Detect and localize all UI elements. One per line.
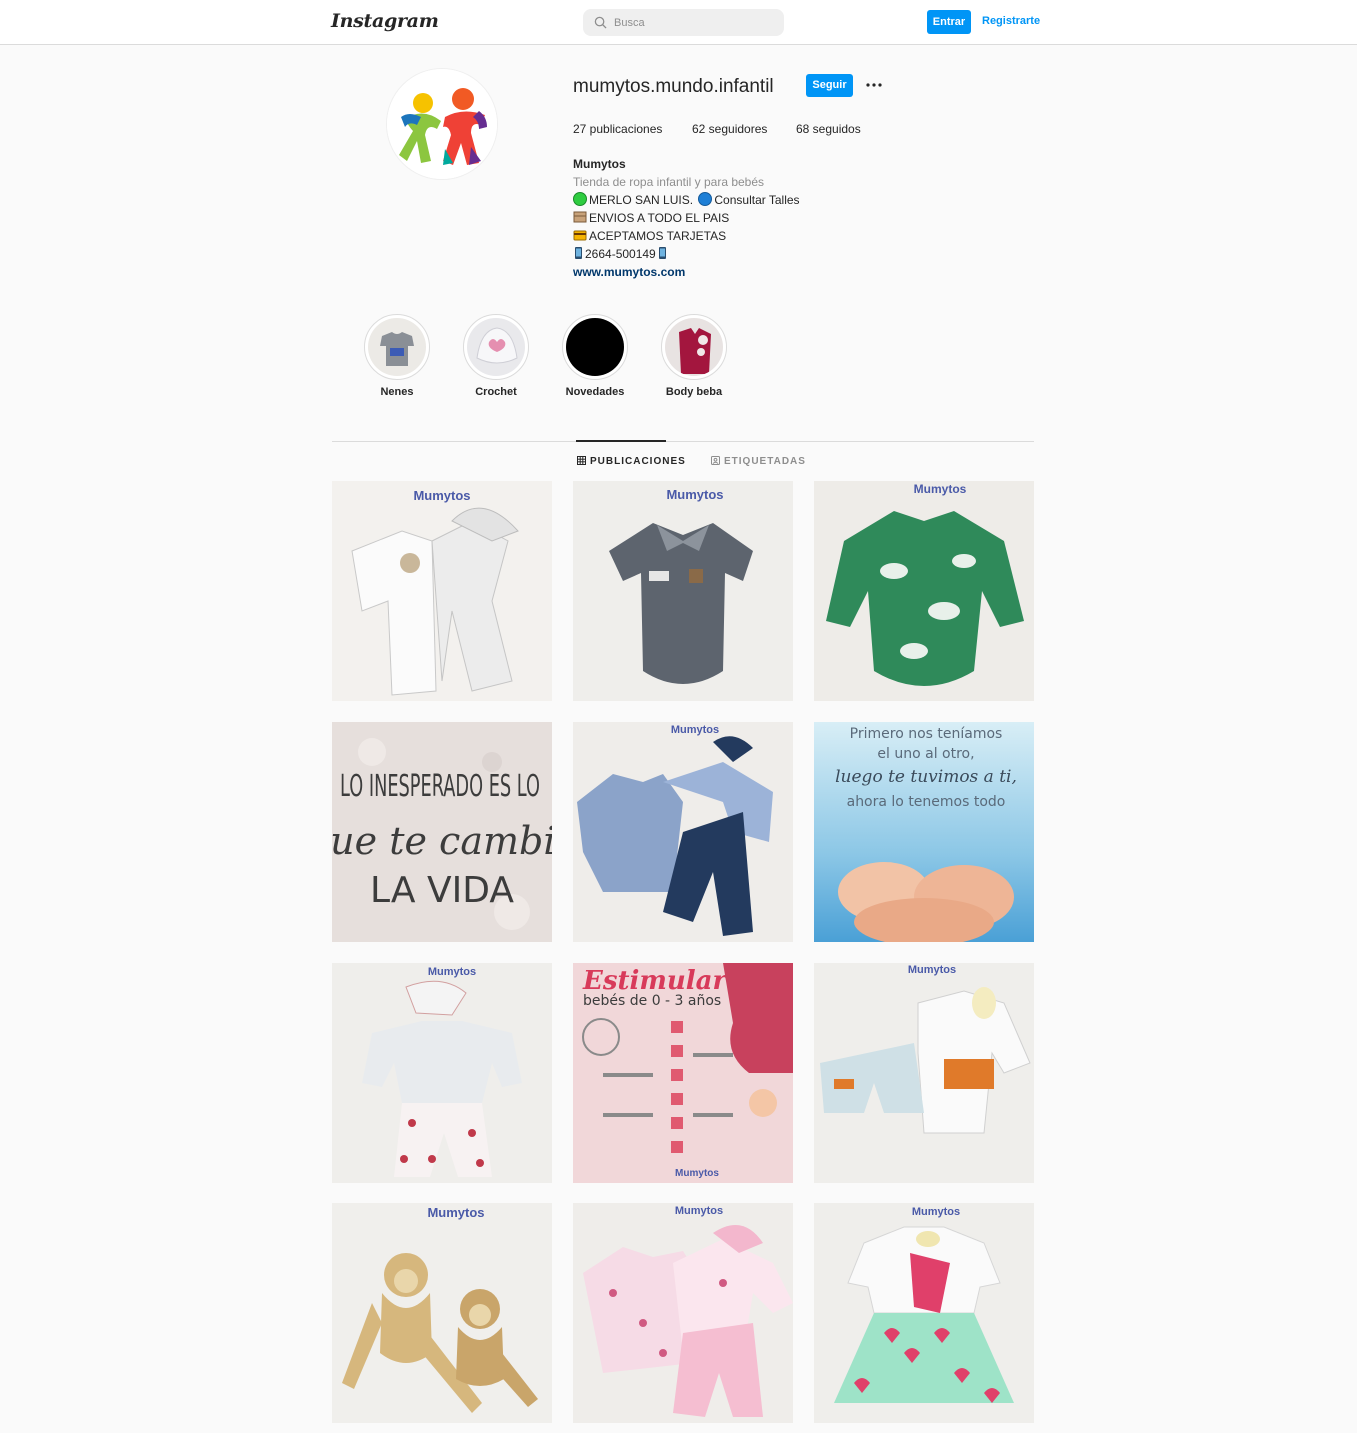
post-tile[interactable]: Mumytos bbox=[814, 481, 1034, 701]
mobile-phone-icon bbox=[658, 247, 666, 259]
green-circle-icon bbox=[573, 192, 587, 206]
package-icon bbox=[573, 211, 587, 223]
post-tile[interactable]: Mumytos bbox=[814, 1203, 1034, 1423]
tab-label: ETIQUETADAS bbox=[724, 456, 806, 467]
post-tile[interactable]: LO INESPERADO ES LO que te cambia LA VID… bbox=[332, 722, 552, 942]
post-brand-text: Mumytos bbox=[675, 1168, 719, 1179]
blue-circle-icon bbox=[698, 192, 713, 206]
post-quote-line: LO INESPERADO ES LO bbox=[340, 769, 540, 804]
bio-line-location: MERLO SAN LUIS. Consultar Talles bbox=[573, 191, 973, 209]
highlight-label: Body beba bbox=[665, 386, 723, 398]
search-input[interactable] bbox=[614, 13, 774, 32]
post-tile[interactable]: Mumytos bbox=[332, 1203, 552, 1423]
mobile-phone-icon bbox=[575, 247, 582, 259]
tabs-divider bbox=[332, 441, 1034, 442]
more-options-icon[interactable] bbox=[865, 78, 883, 92]
post-quote-line: luego te tuvimos a ti, bbox=[835, 767, 1017, 787]
tab-label: PUBLICACIONES bbox=[590, 456, 686, 467]
post-brand-text: Mumytos bbox=[428, 966, 476, 978]
profile-username: mumytos.mundo.infantil bbox=[573, 76, 774, 97]
search-box[interactable] bbox=[583, 9, 784, 36]
highlight-body-beba[interactable]: Body beba bbox=[654, 314, 734, 398]
post-tile[interactable]: Mumytos bbox=[332, 963, 552, 1183]
highlight-novedades[interactable]: Novedades bbox=[555, 314, 635, 398]
post-tile[interactable]: Mumytos bbox=[573, 481, 793, 701]
post-tile[interactable]: Estimular bebés de 0 - 3 años Mumytos bbox=[573, 963, 793, 1183]
highlight-thumbnail bbox=[368, 318, 426, 376]
post-quote-line: LA VIDA bbox=[370, 870, 514, 911]
post-brand-text: Mumytos bbox=[413, 488, 470, 503]
highlight-label: Novedades bbox=[565, 386, 625, 398]
grid-icon bbox=[577, 456, 586, 465]
post-quote-line: Primero nos teníamos bbox=[850, 726, 1003, 742]
post-tile[interactable]: Mumytos bbox=[332, 481, 552, 701]
highlight-thumbnail bbox=[566, 318, 624, 376]
highlight-thumbnail bbox=[467, 318, 525, 376]
post-infographic-subtitle: bebés de 0 - 3 años bbox=[583, 993, 721, 1009]
post-tile[interactable]: Mumytos bbox=[573, 1203, 793, 1423]
highlight-thumbnail bbox=[665, 318, 723, 376]
bio-line-cards: ACEPTAMOS TARJETAS bbox=[573, 227, 973, 245]
post-infographic-title: Estimular bbox=[582, 966, 728, 996]
post-brand-text: Mumytos bbox=[912, 1206, 960, 1218]
post-brand-text: Mumytos bbox=[666, 487, 723, 502]
highlight-nenes[interactable]: Nenes bbox=[357, 314, 437, 398]
active-tab-indicator bbox=[576, 440, 666, 442]
highlight-crochet[interactable]: Crochet bbox=[456, 314, 536, 398]
post-brand-text: Mumytos bbox=[914, 482, 967, 496]
profile-bio: Mumytos Tienda de ropa infantil y para b… bbox=[573, 155, 973, 281]
post-brand-text: Mumytos bbox=[427, 1205, 484, 1220]
post-quote-line: ahora lo tenemos todo bbox=[847, 794, 1006, 810]
bio-name: Mumytos bbox=[573, 157, 626, 171]
bio-location: MERLO SAN LUIS. bbox=[589, 193, 694, 207]
bio-line-phone: 2664-500149 bbox=[573, 245, 973, 263]
bio-website-link[interactable]: www.mumytos.com bbox=[573, 263, 973, 281]
following-count[interactable]: 68 seguidos bbox=[796, 122, 861, 136]
tab-etiquetadas[interactable]: ETIQUETADAS bbox=[711, 456, 806, 467]
search-icon bbox=[594, 16, 607, 29]
bio-shipping: ENVIOS A TODO EL PAIS bbox=[589, 211, 730, 225]
post-tile[interactable]: Primero nos teníamos el uno al otro, lue… bbox=[814, 722, 1034, 942]
signup-link[interactable]: Registrarte bbox=[982, 15, 1040, 27]
top-navbar: Instagram Entrar Registrarte bbox=[0, 0, 1357, 45]
post-tile[interactable]: Mumytos bbox=[814, 963, 1034, 1183]
post-tile[interactable]: Mumytos bbox=[573, 722, 793, 942]
tagged-icon bbox=[711, 456, 720, 465]
bio-sizes: Consultar Talles bbox=[714, 193, 800, 207]
followers-count[interactable]: 62 seguidores bbox=[692, 122, 767, 136]
bio-line-shipping: ENVIOS A TODO EL PAIS bbox=[573, 209, 973, 227]
bio-cards: ACEPTAMOS TARJETAS bbox=[589, 229, 727, 243]
tab-publicaciones[interactable]: PUBLICACIONES bbox=[577, 456, 686, 467]
post-brand-text: Mumytos bbox=[675, 1205, 723, 1217]
highlight-label: Crochet bbox=[475, 386, 517, 398]
posts-count: 27 publicaciones bbox=[573, 122, 663, 136]
credit-card-icon bbox=[573, 230, 587, 241]
post-brand-text: Mumytos bbox=[908, 964, 956, 976]
instagram-logo[interactable]: Instagram bbox=[331, 10, 439, 32]
follow-button[interactable]: Seguir bbox=[806, 74, 853, 97]
post-brand-text: Mumytos bbox=[671, 724, 719, 736]
highlight-label: Nenes bbox=[380, 386, 414, 398]
bio-phone: 2664-500149 bbox=[585, 247, 656, 261]
post-quote-line: el uno al otro, bbox=[877, 746, 974, 762]
profile-avatar[interactable] bbox=[386, 68, 498, 180]
bio-category: Tienda de ropa infantil y para bebés bbox=[573, 175, 765, 189]
post-quote-line: que te cambia bbox=[332, 819, 552, 863]
login-button[interactable]: Entrar bbox=[927, 10, 971, 34]
